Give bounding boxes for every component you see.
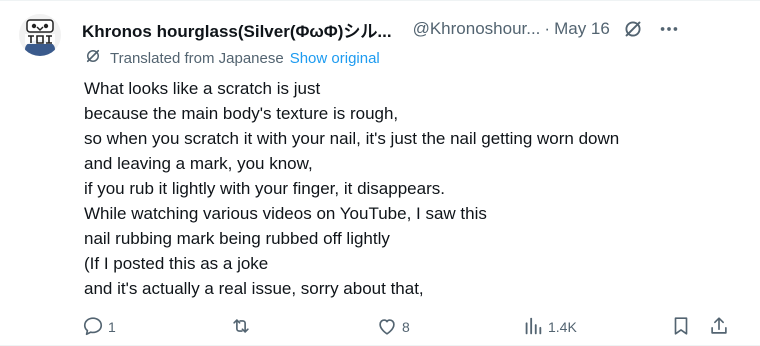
views-icon <box>522 315 544 340</box>
grok-icon[interactable] <box>622 18 644 40</box>
reply-icon <box>82 315 104 340</box>
show-original-link[interactable]: Show original <box>290 50 380 67</box>
reply-count: 1 <box>108 319 116 335</box>
text-line: so when you scratch it with your nail, i… <box>84 129 620 148</box>
text-line: nail rubbing mark being rubbed off light… <box>84 229 390 248</box>
avatar[interactable] <box>19 14 61 56</box>
like-icon <box>376 315 398 340</box>
text-line: and it's actually a real issue, sorry ab… <box>84 279 424 298</box>
like-button[interactable]: 8 <box>376 314 410 340</box>
repost-icon <box>230 315 252 340</box>
post-date[interactable]: May 16 <box>554 19 610 39</box>
like-count: 8 <box>402 319 410 335</box>
share-icon <box>708 315 730 340</box>
author-name[interactable]: Khronos hourglass(Silver(ΦωΦ)シル... <box>82 17 392 42</box>
top-divider <box>0 0 760 1</box>
text-line: (If I posted this as a joke <box>84 254 269 273</box>
text-line: if you rub it lightly with your finger, … <box>84 179 445 198</box>
repost-button[interactable] <box>230 314 256 340</box>
bookmark-icon <box>670 315 692 340</box>
text-line: While watching various videos on YouTube… <box>84 204 487 223</box>
separator-dot: · <box>544 19 551 38</box>
text-line: What looks like a scratch is just <box>84 79 321 98</box>
translated-label: Translated from Japanese <box>110 49 284 67</box>
more-icon[interactable] <box>658 18 680 40</box>
text-line: and leaving a mark, you know, <box>84 154 313 173</box>
translation-note: Translated from Japanese Show original <box>84 48 380 68</box>
views-button[interactable]: 1.4K <box>522 314 577 340</box>
author-handle[interactable]: @Khronoshour... <box>413 19 541 39</box>
post-header: Khronos hourglass(Silver(ΦωΦ)シル... @Khro… <box>82 17 746 41</box>
grok-translate-icon <box>84 47 102 69</box>
bookmark-button[interactable] <box>670 314 692 340</box>
text-line: because the main body's texture is rough… <box>84 104 399 123</box>
action-bar: 1 8 1.4K <box>82 314 732 340</box>
avatar-image <box>19 14 61 56</box>
post-text: What looks like a scratch is just becaus… <box>84 76 734 301</box>
views-count: 1.4K <box>548 319 577 335</box>
reply-button[interactable]: 1 <box>82 314 116 340</box>
share-button[interactable] <box>708 314 730 340</box>
